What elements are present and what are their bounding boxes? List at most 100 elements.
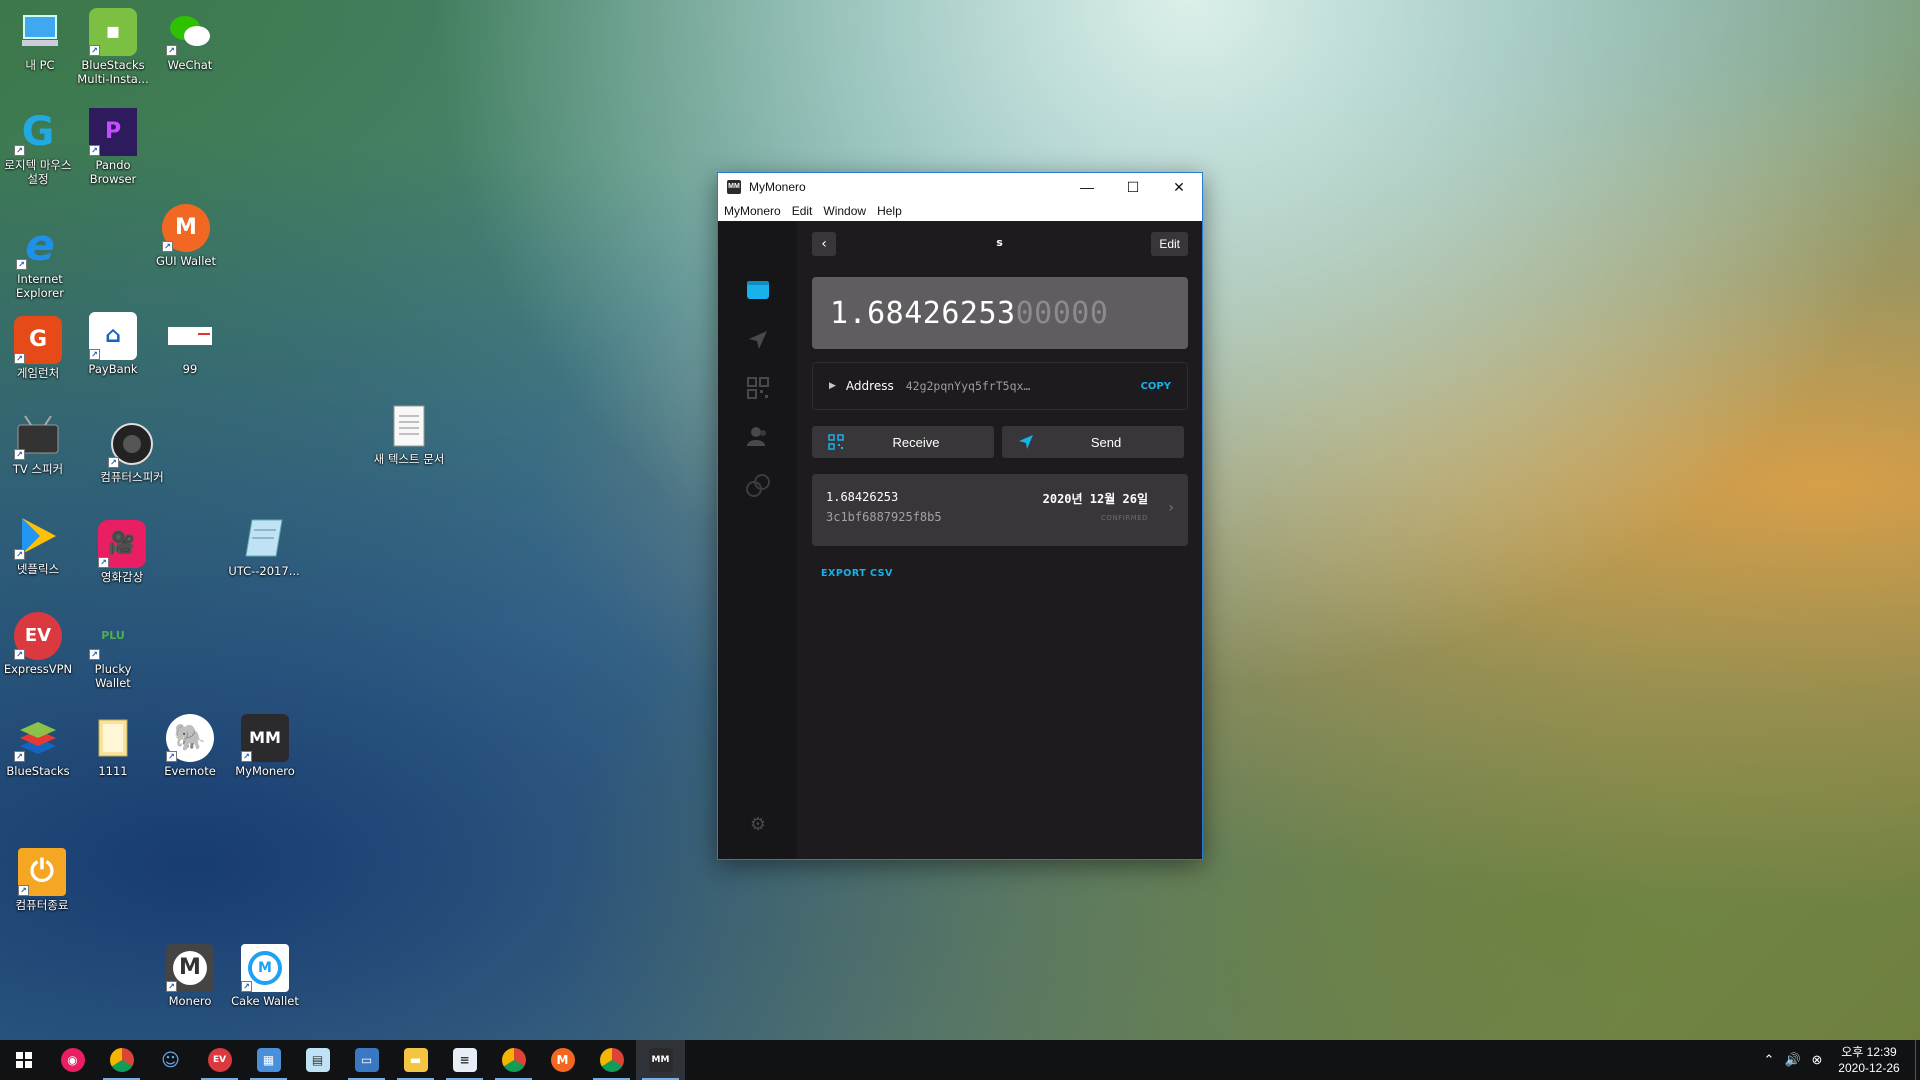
title-bar[interactable]: MM MyMonero — ☐ ✕ bbox=[718, 173, 1202, 201]
icon-label: ExpressVPN bbox=[3, 662, 73, 676]
taskbar-window[interactable]: ▭ bbox=[342, 1040, 391, 1080]
desktop-icon-bluestacks-multi[interactable]: ▪ ↗ BlueStacks Multi-Insta... bbox=[75, 8, 151, 86]
transaction-amount: 1.68426253 bbox=[826, 490, 899, 504]
taskbar-expressvpn[interactable]: EV bbox=[195, 1040, 244, 1080]
shortcut-arrow-icon: ↗ bbox=[98, 557, 109, 568]
edit-button[interactable]: Edit bbox=[1151, 232, 1188, 256]
taskbar-document[interactable]: ≡ bbox=[440, 1040, 489, 1080]
shortcut-arrow-icon: ↗ bbox=[89, 649, 100, 660]
desktop-icon-movie[interactable]: 🎥 ↗ 영화감상 bbox=[84, 520, 160, 584]
transaction-row[interactable]: 1.68426253 3c1bf6887925f8b5 2020년 12월 26… bbox=[812, 474, 1188, 546]
desktop-icon-cake-wallet[interactable]: M ↗ Cake Wallet bbox=[227, 944, 303, 1008]
sidebar-contacts-button[interactable] bbox=[744, 422, 772, 450]
shortcut-arrow-icon: ↗ bbox=[108, 457, 119, 468]
sidebar-wallets-button[interactable] bbox=[744, 276, 772, 304]
speaker-icon: ↗ bbox=[108, 420, 156, 468]
start-button[interactable] bbox=[0, 1040, 48, 1080]
send-button[interactable]: Send bbox=[1002, 426, 1184, 458]
taskbar-monero[interactable]: M bbox=[538, 1040, 587, 1080]
menu-mymonero[interactable]: MyMonero bbox=[724, 204, 781, 218]
shortcut-arrow-icon: ↗ bbox=[14, 353, 25, 364]
wallet-details: ‹ s Edit 1.68426253 00000 ▶ Address 42g2p… bbox=[797, 222, 1202, 859]
menu-window[interactable]: Window bbox=[823, 204, 866, 218]
mymonero-window: MM MyMonero — ☐ ✕ MyMonero Edit Window H… bbox=[717, 172, 1203, 860]
sidebar-request-button[interactable] bbox=[744, 374, 772, 402]
icon-label: Internet Explorer bbox=[16, 272, 64, 300]
desktop-icon-logitech[interactable]: G ↗ 로지텍 마우스설정 bbox=[0, 108, 76, 186]
taskbar-chrome-2[interactable] bbox=[489, 1040, 538, 1080]
desktop-icon-game-launcher[interactable]: G ↗ 게임런처 bbox=[0, 316, 76, 380]
menu-help[interactable]: Help bbox=[877, 204, 902, 218]
sidebar-settings-button[interactable]: ⚙ bbox=[744, 810, 772, 838]
clock[interactable]: 오후 12:39 2020-12-26 bbox=[1829, 1044, 1909, 1076]
desktop-icon-ie[interactable]: e ↗ Internet Explorer bbox=[2, 222, 78, 300]
taskbar-file-explorer[interactable]: ▬ bbox=[391, 1040, 440, 1080]
monero-icon: M bbox=[550, 1048, 575, 1072]
app-icon: ◉ bbox=[60, 1048, 85, 1072]
desktop-icon-computer-speaker[interactable]: ↗ 컴퓨터스피커 bbox=[94, 420, 170, 484]
desktop-icon-folder-1111[interactable]: 1111 bbox=[75, 714, 151, 778]
chrome-icon bbox=[109, 1048, 134, 1072]
desktop-icon-wechat[interactable]: ↗ WeChat bbox=[152, 8, 228, 72]
expand-triangle-icon[interactable]: ▶ bbox=[829, 381, 836, 391]
sidebar-exchange-button[interactable] bbox=[744, 472, 772, 500]
desktop-icon-gui-wallet[interactable]: M ↗ GUI Wallet bbox=[148, 204, 224, 268]
balance-padding-zeros: 00000 bbox=[1015, 295, 1109, 331]
close-button[interactable]: ✕ bbox=[1156, 173, 1202, 201]
icon-label: 게임런처 bbox=[16, 366, 60, 380]
transaction-status: CONFIRMED bbox=[1101, 514, 1148, 522]
desktop-icon-expressvpn[interactable]: EV ↗ ExpressVPN bbox=[0, 612, 76, 676]
desktop-icon-tv-speaker[interactable]: ↗ TV 스피커 bbox=[0, 412, 76, 476]
menu-bar: MyMonero Edit Window Help bbox=[718, 201, 1202, 221]
sidebar-send-button[interactable] bbox=[744, 326, 772, 354]
taskbar-notepad[interactable]: ▤ bbox=[293, 1040, 342, 1080]
desktop-icon-pando[interactable]: P ↗ Pando Browser bbox=[75, 108, 151, 186]
desktop-icon-evernote[interactable]: 🐘 ↗ Evernote bbox=[152, 714, 228, 778]
balance-display: 1.68426253 00000 bbox=[812, 277, 1188, 349]
desktop-icon-paybank[interactable]: ⌂ ↗ PayBank bbox=[75, 312, 151, 376]
system-tray: ⌃ 🔊 ⊗ 오후 12:39 2020-12-26 bbox=[1757, 1040, 1920, 1080]
network-error-icon[interactable]: ⊗ bbox=[1805, 1052, 1829, 1068]
shortcut-arrow-icon: ↗ bbox=[166, 45, 177, 56]
desktop-icon-mymonero[interactable]: MM ↗ MyMonero bbox=[227, 714, 303, 778]
receive-button[interactable]: Receive bbox=[812, 426, 994, 458]
maximize-button[interactable]: ☐ bbox=[1110, 173, 1156, 201]
icon-label: BlueStacks bbox=[6, 764, 70, 778]
address-section[interactable]: ▶ Address 42g2pqnYyq5frT5qx… COPY bbox=[812, 362, 1188, 410]
desktop-icon-99[interactable]: 99 bbox=[152, 312, 228, 376]
desktop-icon-utc-file[interactable]: UTC--2017... bbox=[226, 514, 302, 578]
icon-label: BlueStacks Multi-Insta... bbox=[77, 58, 149, 86]
taskbar-app-1[interactable]: ◉ bbox=[48, 1040, 97, 1080]
icon-label: 로지텍 마우스설정 bbox=[4, 158, 72, 186]
minimize-button[interactable]: — bbox=[1064, 173, 1110, 201]
tv-speaker-icon: ↗ bbox=[14, 412, 62, 460]
taskbar-chrome-1[interactable] bbox=[97, 1040, 146, 1080]
desktop-icon-this-pc[interactable]: 내 PC bbox=[2, 8, 78, 72]
copy-address-button[interactable]: COPY bbox=[1141, 381, 1171, 392]
desktop-icon-shutdown[interactable]: ⏻ ↗ 컴퓨터종료 bbox=[4, 848, 80, 912]
icon-label: TV 스피커 bbox=[12, 462, 64, 476]
desktop-icon-monero[interactable]: M ↗ Monero bbox=[152, 944, 228, 1008]
address-value: 42g2pqnYyq5frT5qx… bbox=[905, 379, 1031, 393]
taskbar-chrome-3[interactable] bbox=[587, 1040, 636, 1080]
desktop-icon-bluestacks[interactable]: ↗ BlueStacks bbox=[0, 714, 76, 778]
show-desktop-button[interactable] bbox=[1915, 1040, 1920, 1080]
shortcut-arrow-icon: ↗ bbox=[89, 145, 100, 156]
contacts-icon bbox=[747, 427, 766, 446]
internet-explorer-icon: e ↗ bbox=[16, 222, 64, 270]
menu-edit[interactable]: Edit bbox=[792, 204, 813, 218]
taskbar-people[interactable]: ☺ bbox=[146, 1040, 195, 1080]
taskbar-mymonero[interactable]: MM bbox=[636, 1040, 685, 1080]
chrome-icon bbox=[501, 1048, 526, 1072]
desktop-icon-new-text-doc[interactable]: 새 텍스트 문서 bbox=[371, 402, 447, 466]
desktop-icon-plucky[interactable]: PLU ↗ Plucky Wallet bbox=[75, 612, 151, 690]
desktop-icon-netflix[interactable]: ↗ 넷플릭스 bbox=[0, 512, 76, 576]
evernote-icon: 🐘 ↗ bbox=[166, 714, 214, 762]
chevron-up-icon[interactable]: ⌃ bbox=[1757, 1052, 1781, 1068]
people-icon: ☺ bbox=[161, 1049, 180, 1071]
shortcut-arrow-icon: ↗ bbox=[166, 981, 177, 992]
volume-icon[interactable]: 🔊 bbox=[1781, 1052, 1805, 1068]
power-icon: ⏻ ↗ bbox=[18, 848, 66, 896]
export-csv-link[interactable]: EXPORT CSV bbox=[821, 568, 893, 579]
taskbar-control-panel[interactable]: ▦ bbox=[244, 1040, 293, 1080]
